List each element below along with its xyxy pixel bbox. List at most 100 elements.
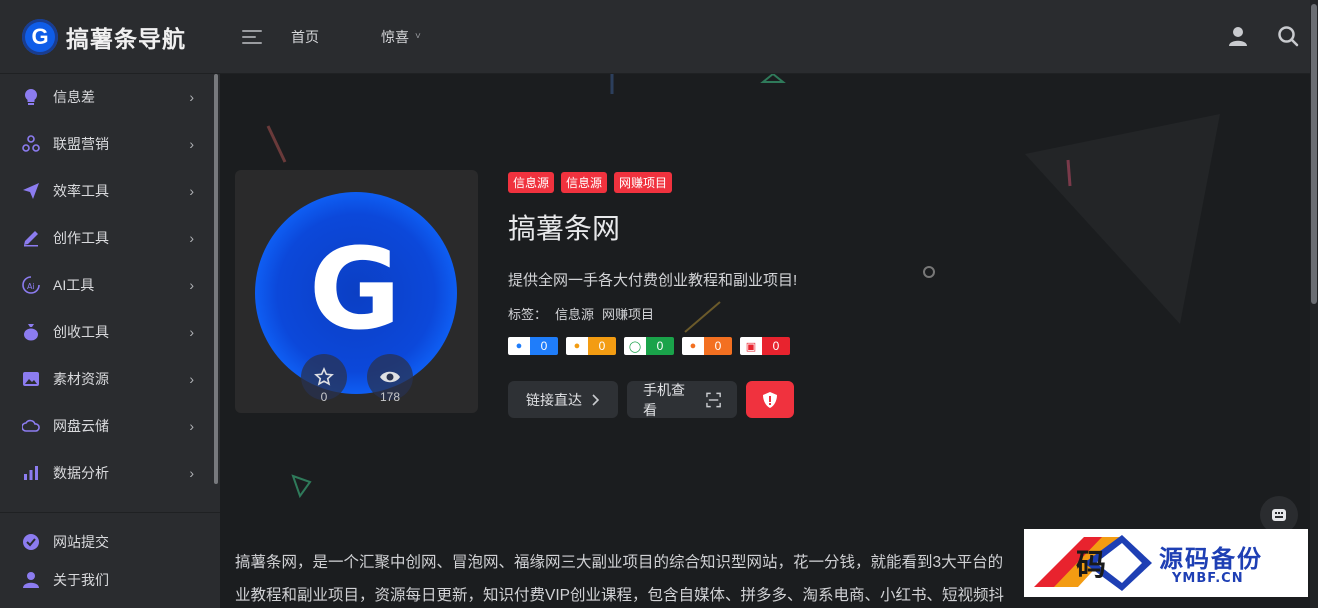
sidebar-item-label: 数据分析 [53,464,109,481]
sidebar-item-submit[interactable]: 网站提交 [0,523,220,561]
action-buttons: 链接直达 手机查看 [508,381,1108,418]
star-icon [314,367,334,386]
category-tag[interactable]: 信息源 [508,172,555,193]
chevron-right-icon [592,393,600,406]
ai-icon: Ai [22,276,40,294]
chevron-right-icon: › [189,323,194,340]
sidebar-item-label: 关于我们 [53,572,109,588]
sidebar-item-label: 创作工具 [53,230,109,247]
counter-value: 0 [704,337,732,355]
cloud-icon [22,419,40,432]
category-tag[interactable]: 网赚项目 [614,172,673,193]
site-logo-letter: G [309,225,401,355]
sidebar-item-label: 效率工具 [53,183,109,200]
360-counter[interactable]: ◯ 0 [624,337,674,355]
site-info: 信息源 信息源 网赚项目 搞薯条网 提供全网一手各大付费创业教程和副业项目! 标… [508,172,1108,418]
category-tag[interactable]: 信息源 [561,172,608,193]
search-icon[interactable] [1276,24,1300,48]
chevron-right-icon: › [189,183,194,200]
nav-surprise-label: 惊喜 [381,28,409,45]
chevron-right-icon: › [189,417,194,434]
pen-icon [24,231,38,247]
sidebar-item-affiliate[interactable]: 联盟营销 › [0,121,212,168]
counter-value: 0 [646,337,674,355]
person-icon [23,572,39,588]
sidebar-item-info-gap[interactable]: 信息差 › [0,74,212,121]
svg-text:Ai: Ai [27,282,35,291]
watermark-emblem-icon: 码 [1034,535,1152,591]
watermark-url: YMBF.CN [1172,571,1244,586]
nav-surprise[interactable]: 惊喜 ˅ [381,27,421,47]
label-link[interactable]: 信息源 [555,304,594,323]
baidu-counter[interactable]: ● 0 [508,337,558,355]
sidebar-item-label: AI工具 [53,277,95,293]
keyboard-icon [1272,509,1286,521]
qr-scan-icon [706,392,721,407]
user-icon[interactable] [1226,24,1250,48]
site-description: 提供全网一手各大付费创业教程和副业项目! [508,272,798,289]
chevron-right-icon: › [189,464,194,481]
page-scrollbar[interactable] [1310,0,1318,608]
sidebar-item-label: 创收工具 [53,323,109,340]
sidebar-item-analytics[interactable]: 数据分析 › [0,449,212,496]
sidebar-item-cloud[interactable]: 网盘云储 › [0,402,212,449]
report-button[interactable] [746,381,794,418]
image-icon [23,371,39,386]
baidu-mobile-counter[interactable]: ● 0 [566,337,616,355]
chevron-right-icon: › [189,230,194,247]
sidebar-item-income[interactable]: 创收工具 › [0,308,212,355]
send-icon [23,183,39,200]
baidu-mobile-icon: ● [566,337,588,355]
label-link[interactable]: 网赚项目 [602,304,654,323]
moneybag-icon [24,323,38,341]
watermark-title: 源码备份 [1159,544,1263,573]
mobile-view-button[interactable]: 手机查看 [627,381,737,418]
eye-icon [380,371,400,383]
sidebar-list: 信息差 › 联盟营销 › 效率工具 › 创作工具 › Ai AI工具 › 创收工… [0,74,212,496]
baidu-icon: ● [508,337,530,355]
chevron-right-icon: › [189,89,194,106]
sogou-counter[interactable]: ● 0 [682,337,732,355]
sidebar-item-label: 素材资源 [53,370,109,387]
site-title: 搞薯条网 [508,213,621,244]
header-actions [1226,24,1300,48]
360-icon: ◯ [624,337,646,355]
toutiao-counter[interactable]: ▣ 0 [740,337,790,355]
favorite-stat[interactable]: 0 [299,354,349,404]
sidebar-bottom: 网站提交 关于我们 [0,512,220,599]
sidebar-item-creation[interactable]: 创作工具 › [0,215,212,262]
search-engine-counters: ● 0 ● 0 ◯ 0 ● 0 ▣ 0 [508,337,1108,355]
sidebar-item-about[interactable]: 关于我们 [0,561,220,599]
nav-home[interactable]: 首页 [291,27,319,47]
sidebar-item-label: 信息差 [53,89,95,106]
chevron-right-icon: › [189,370,194,387]
view-stat: 178 [365,354,415,404]
check-circle-icon [23,534,39,550]
menu-toggle-icon[interactable] [242,28,264,46]
chevron-right-icon: › [189,136,194,153]
main-content: G 0 178 信息源 信息源 网赚项目 搞薯条网 提供全网一手各大付费创业教程… [220,74,1310,608]
visit-link-label: 链接直达 [526,391,582,408]
sidebar-item-label: 联盟营销 [53,136,109,153]
counter-value: 0 [588,337,616,355]
visit-link-button[interactable]: 链接直达 [508,381,618,418]
category-tags: 信息源 信息源 网赚项目 [508,172,1108,193]
view-count: 178 [379,390,401,404]
sidebar-item-ai[interactable]: Ai AI工具 › [0,262,212,309]
mobile-view-label: 手机查看 [643,381,685,418]
logo-text: 搞薯条导航 [66,25,186,52]
logo-mark-icon: G [22,18,58,55]
sidebar-item-label: 网站提交 [53,534,109,550]
sidebar-item-efficiency[interactable]: 效率工具 › [0,168,212,215]
sogou-icon: ● [682,337,704,355]
counter-value: 0 [762,337,790,355]
toutiao-icon: ▣ [740,337,762,355]
sidebar-item-label: 网盘云储 [53,417,109,434]
chevron-right-icon: › [189,277,194,293]
site-logo[interactable]: G 搞薯条导航 [0,18,220,55]
site-logo-card[interactable]: G 0 178 [235,170,478,413]
sidebar-item-materials[interactable]: 素材资源 › [0,355,212,402]
chevron-down-icon: ˅ [415,31,421,42]
favorite-count: 0 [320,390,328,404]
chart-icon [24,465,38,480]
